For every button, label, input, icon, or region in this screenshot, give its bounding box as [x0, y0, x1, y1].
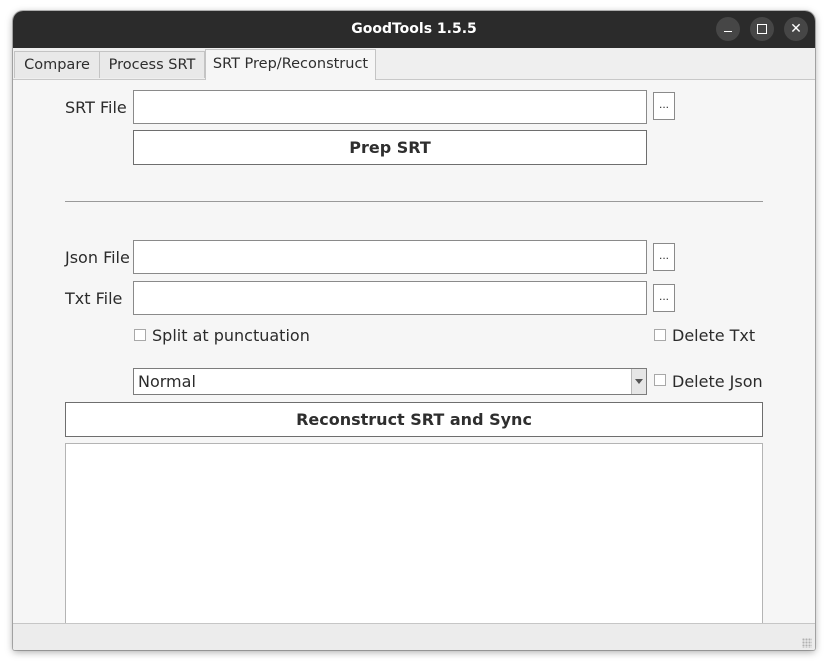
reconstruct-sync-button[interactable]: Reconstruct SRT and Sync: [65, 402, 763, 437]
log-output[interactable]: [65, 443, 763, 625]
json-file-label: Json File: [65, 248, 130, 267]
delete-json-checkbox[interactable]: [654, 374, 666, 386]
close-button[interactable]: ✕: [784, 17, 808, 41]
status-bar: [13, 623, 815, 650]
txt-file-input[interactable]: [133, 281, 647, 315]
srt-browse-button[interactable]: ...: [653, 92, 675, 120]
window-title: GoodTools 1.5.5: [351, 21, 477, 37]
title-bar[interactable]: GoodTools 1.5.5 ✕: [13, 11, 815, 48]
srt-file-label: SRT File: [65, 98, 127, 117]
minimize-icon: [724, 31, 732, 32]
app-window: GoodTools 1.5.5 ✕ Compare Process SRT SR…: [13, 11, 815, 650]
tab-compare[interactable]: Compare: [14, 51, 100, 78]
mode-select-value: Normal: [138, 372, 196, 391]
dropdown-arrow[interactable]: [631, 369, 646, 394]
delete-txt-label: Delete Txt: [672, 326, 756, 345]
tab-srt-prep-reconstruct[interactable]: SRT Prep/Reconstruct: [205, 49, 376, 80]
tab-process-srt[interactable]: Process SRT: [99, 51, 205, 78]
maximize-button[interactable]: [750, 17, 774, 41]
chevron-down-icon: [635, 379, 643, 384]
close-icon: ✕: [790, 21, 802, 37]
delete-txt-checkbox[interactable]: [654, 329, 666, 341]
json-browse-button[interactable]: ...: [653, 243, 675, 271]
section-divider: [65, 201, 763, 202]
minimize-button[interactable]: [716, 17, 740, 41]
maximize-icon: [757, 24, 767, 34]
prep-srt-button[interactable]: Prep SRT: [133, 130, 647, 165]
mode-select[interactable]: Normal: [133, 368, 647, 395]
json-file-input[interactable]: [133, 240, 647, 274]
srt-file-input[interactable]: [133, 90, 647, 124]
txt-browse-button[interactable]: ...: [653, 284, 675, 312]
delete-json-label: Delete Json: [672, 372, 763, 391]
tab-content-srt-prep: SRT File ... Prep SRT Json File ... Txt …: [13, 80, 815, 625]
split-punctuation-label: Split at punctuation: [152, 326, 310, 345]
split-punctuation-checkbox[interactable]: [134, 329, 146, 341]
resize-grip-icon[interactable]: [802, 638, 812, 648]
tab-bar: Compare Process SRT SRT Prep/Reconstruct: [13, 48, 815, 80]
txt-file-label: Txt File: [65, 289, 123, 308]
